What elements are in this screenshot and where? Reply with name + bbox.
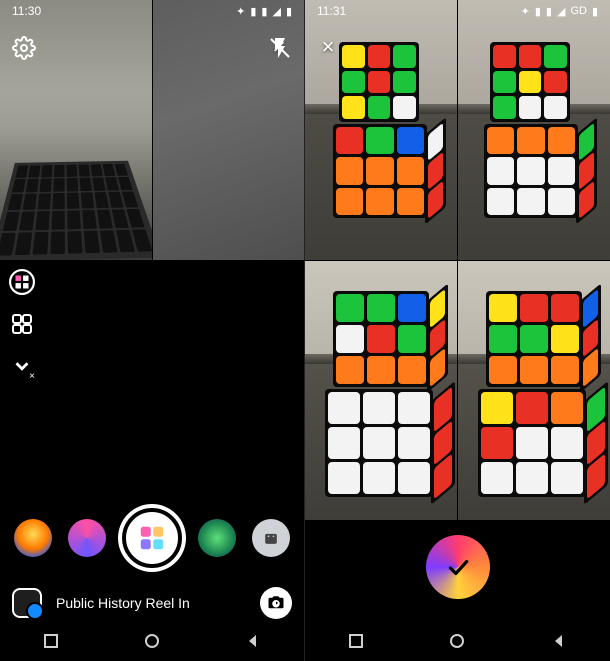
layout-slot-4[interactable] (458, 261, 610, 521)
nav-home-icon[interactable] (449, 633, 465, 654)
nav-recent-icon[interactable] (348, 633, 364, 654)
signal-icon: ▮ (546, 5, 552, 18)
clock: 11:31 (317, 4, 346, 18)
layout-slot-3[interactable] (305, 261, 457, 521)
right-screenshot: 11:31 ✦ ▮ ▮ ◢ GD ▮ (305, 0, 610, 661)
close-icon[interactable]: × (315, 34, 341, 60)
effect-thumb-1[interactable] (14, 519, 52, 557)
shutter-button[interactable] (122, 508, 182, 568)
left-screenshot: 11:30 ✦ ▮ ▮ ◢ ▮ (0, 0, 305, 661)
rubiks-cube (486, 291, 582, 387)
carrier-label: GD (570, 5, 587, 17)
rubiks-cube (484, 124, 578, 218)
story-mode-bar: Public History Reel In (0, 581, 304, 625)
wifi-icon: ◢ (272, 5, 280, 18)
layout-tool-icon[interactable]: × (8, 268, 36, 296)
layout-slot-2[interactable] (458, 0, 610, 260)
android-navbar (0, 625, 304, 661)
bluetooth-icon: ✦ (521, 5, 530, 18)
camera-switch-button[interactable] (260, 587, 292, 619)
confirm-button[interactable] (430, 539, 486, 595)
settings-gear-icon[interactable] (12, 36, 36, 60)
effect-thumb-3[interactable] (198, 519, 236, 557)
mode-labels[interactable]: Public History Reel In (56, 595, 246, 611)
check-icon (445, 554, 471, 580)
story-tool-stack: × (8, 268, 36, 380)
layout-slot-4[interactable] (153, 261, 305, 521)
layout-grid: × (0, 0, 304, 520)
nav-back-icon[interactable] (551, 633, 567, 654)
rubiks-cube (333, 124, 427, 218)
android-navbar (305, 625, 610, 661)
layout-grid: × (305, 0, 610, 520)
signal-icon: ▮ (261, 5, 267, 18)
status-icons: ✦ ▮ ▮ ◢ ▮ (236, 5, 292, 18)
rubiks-cube (478, 389, 586, 497)
rubiks-cube (490, 42, 570, 122)
nav-home-icon[interactable] (144, 633, 160, 654)
effect-thumb-4[interactable] (252, 519, 290, 557)
grid-select-icon[interactable] (8, 310, 36, 338)
nav-back-icon[interactable] (245, 633, 261, 654)
wifi-icon: ◢ (557, 5, 565, 18)
effect-carousel (0, 505, 304, 571)
signal-icon: ▮ (250, 5, 256, 18)
rubiks-cube (325, 389, 433, 497)
keyboard-visual (0, 161, 152, 260)
clock: 11:30 (12, 4, 41, 18)
flash-off-icon[interactable] (268, 36, 292, 60)
status-icons: ✦ ▮ ▮ ◢ GD ▮ (521, 5, 598, 18)
effect-thumb-2[interactable] (68, 519, 106, 557)
bluetooth-icon: ✦ (236, 5, 245, 18)
your-story-button[interactable] (12, 588, 42, 618)
rubiks-cube (339, 42, 419, 122)
status-bar-left: 11:30 ✦ ▮ ▮ ◢ ▮ (0, 0, 304, 22)
battery-icon: ▮ (592, 5, 598, 18)
battery-icon: ▮ (286, 5, 292, 18)
signal-icon: ▮ (535, 5, 541, 18)
layout-slot-1[interactable]: × (305, 0, 457, 260)
rubiks-cube (333, 291, 429, 387)
nav-recent-icon[interactable] (43, 633, 59, 654)
close-badge-icon: × (26, 370, 38, 382)
status-bar-right: 11:31 ✦ ▮ ▮ ◢ GD ▮ (305, 0, 610, 22)
